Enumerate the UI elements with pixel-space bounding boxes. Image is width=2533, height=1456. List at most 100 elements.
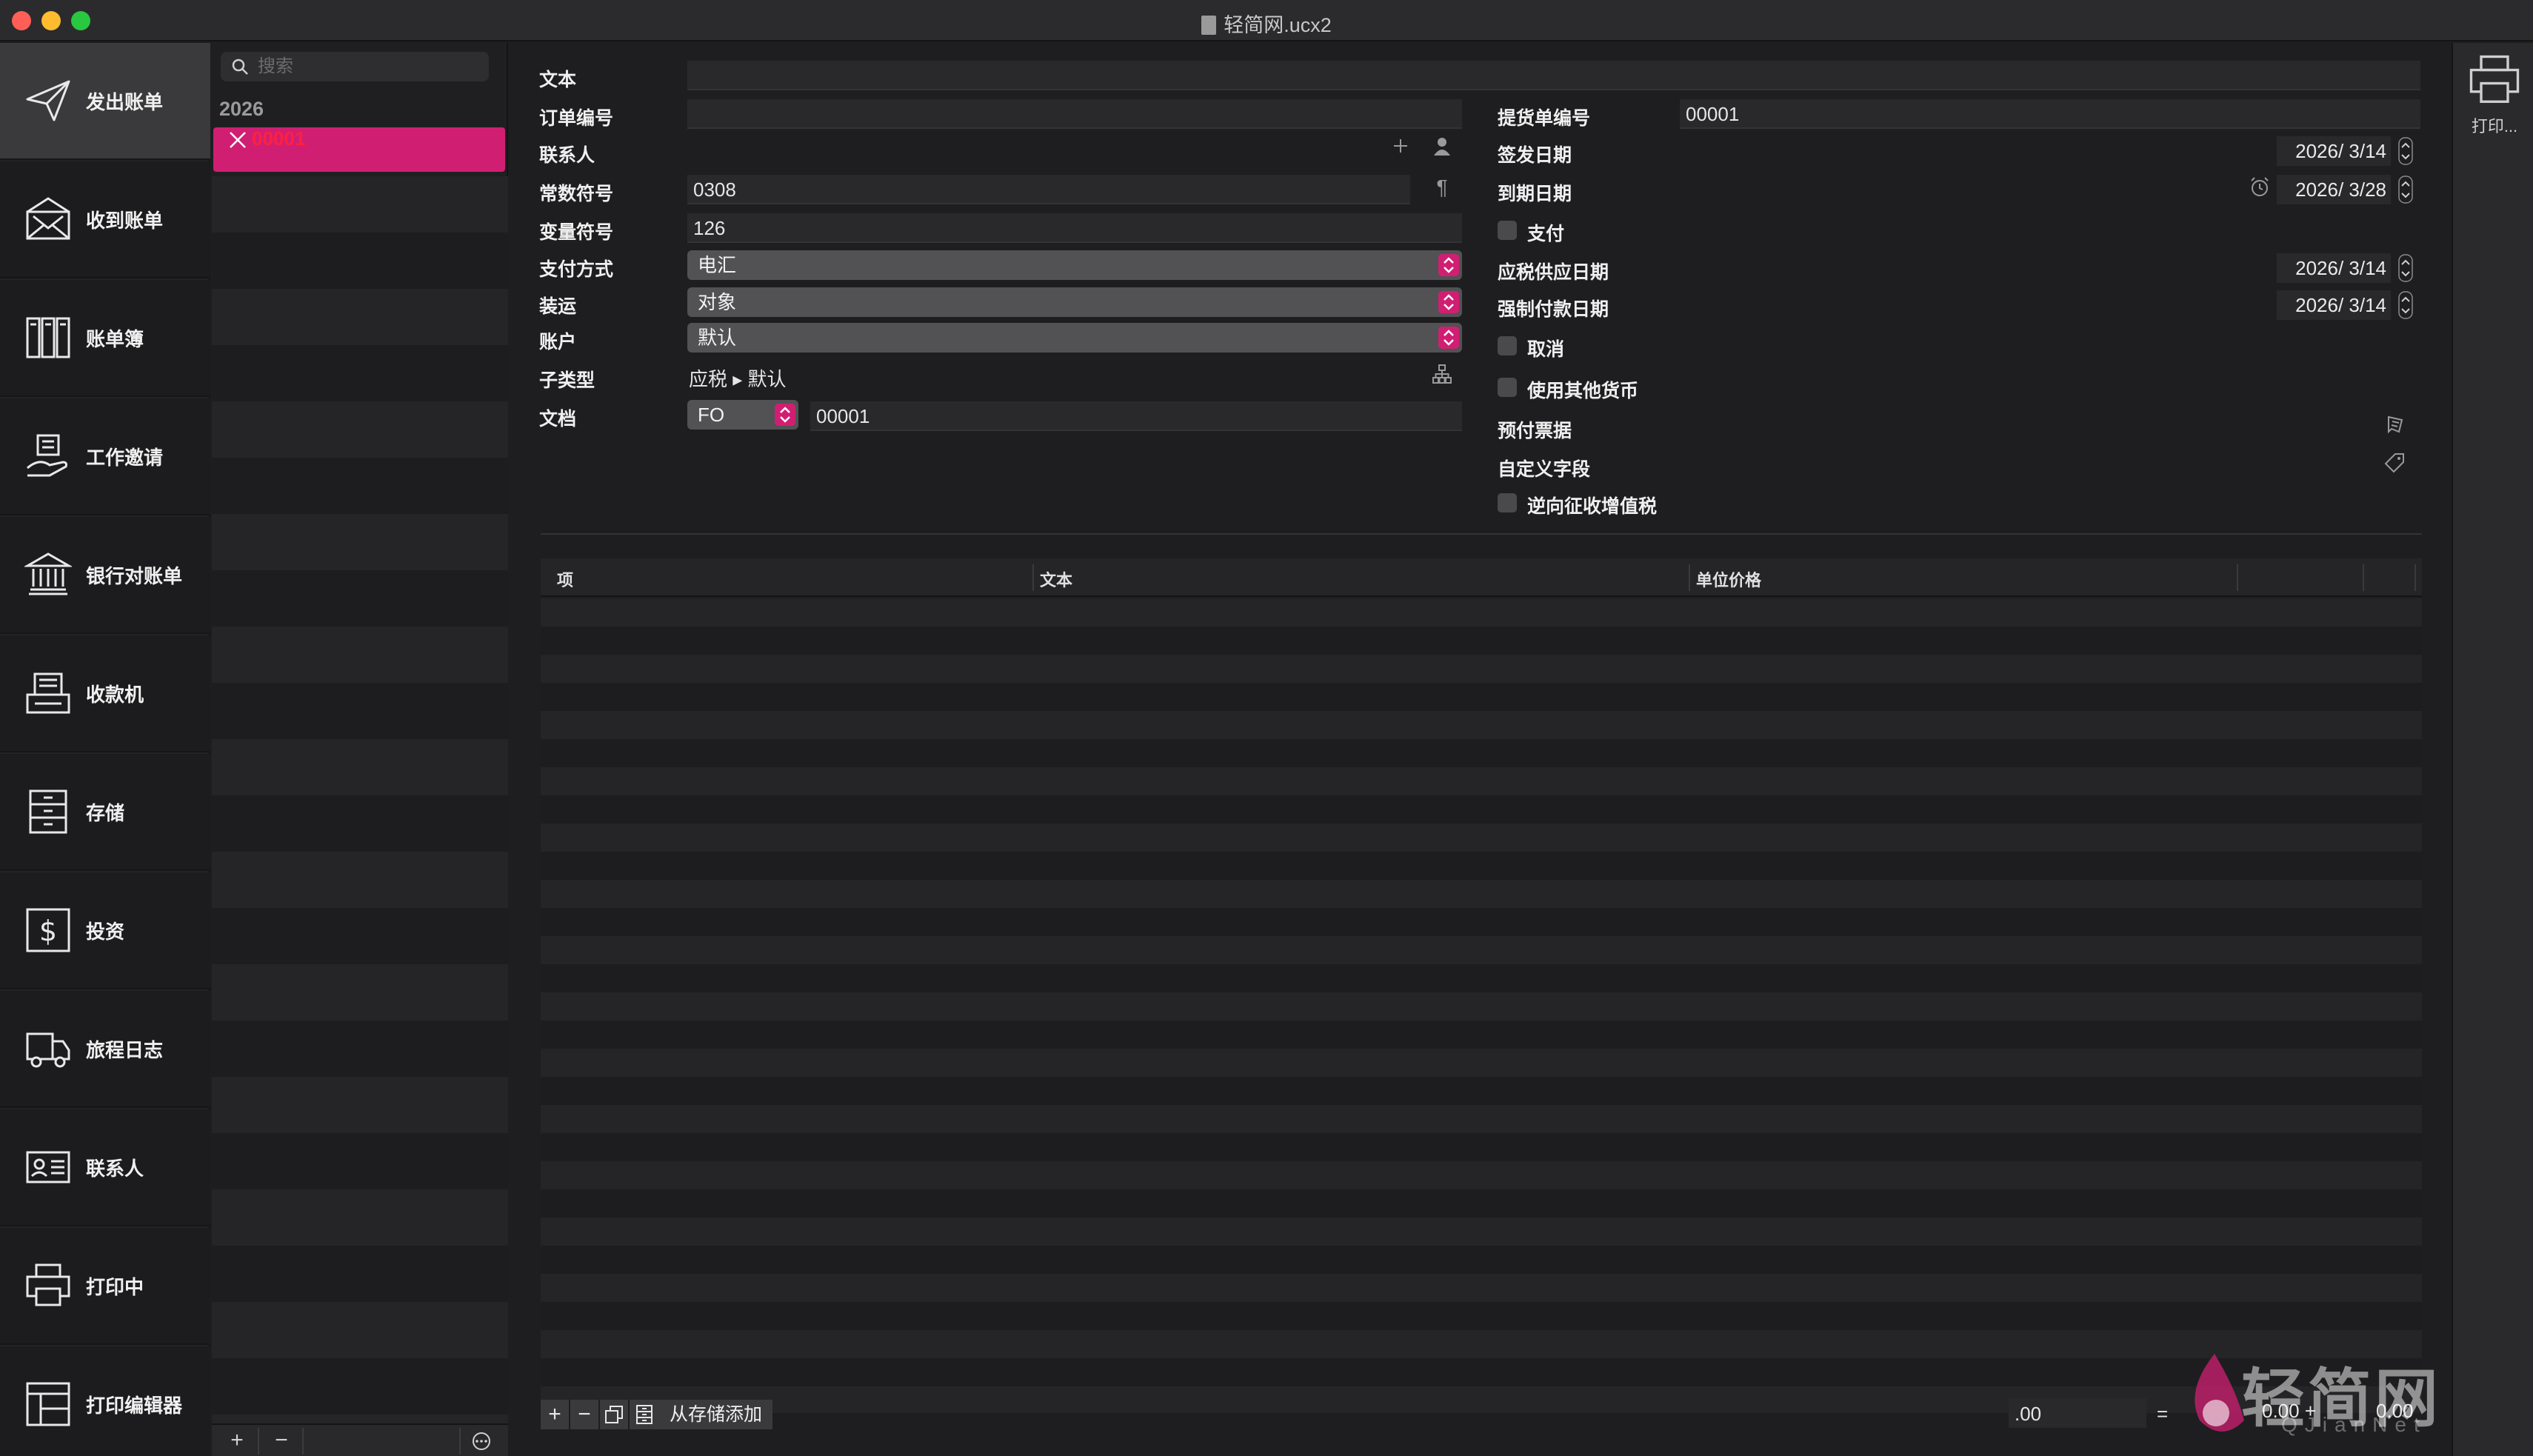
contact-card-icon	[22, 1141, 74, 1193]
tax-supply-date-field[interactable]: 2026/ 3/14	[2277, 253, 2391, 283]
print-button[interactable]: 打印...	[2465, 53, 2524, 142]
sidebar-item-contacts[interactable]: 联系人	[0, 1109, 210, 1226]
hierarchy-icon[interactable]	[1429, 361, 1455, 387]
cancel-checkbox[interactable]	[1498, 336, 1517, 355]
sidebar-item-ledger[interactable]: 账单簿	[0, 280, 210, 397]
add-contact-icon[interactable]	[1388, 133, 1413, 158]
more-options-button[interactable]	[459, 1428, 502, 1455]
truck-icon	[22, 1023, 74, 1075]
discount-field[interactable]: .00	[2009, 1398, 2146, 1428]
search-box	[221, 52, 489, 81]
issue-date-field[interactable]: 2026/ 3/14	[2277, 136, 2391, 166]
ellipsis-circle-icon	[473, 1432, 490, 1451]
document-list-rows	[212, 176, 508, 1456]
shipping-label: 装运	[539, 296, 577, 317]
sidebar-item-investment[interactable]: $ 投资	[0, 872, 210, 989]
remove-document-button[interactable]: −	[261, 1428, 304, 1455]
column-separator[interactable]	[1032, 564, 1034, 591]
title-bar: 轻简网.ucx2	[0, 0, 2533, 41]
cancel-label: 取消	[1527, 339, 1565, 360]
column-header-text[interactable]: 文本	[1040, 567, 1072, 591]
document-number-field[interactable]: 00001	[810, 401, 1462, 431]
order-number-field[interactable]	[687, 99, 1462, 129]
paper-plane-icon	[22, 75, 74, 127]
other-currency-checkbox[interactable]	[1498, 378, 1517, 397]
receipt-icon[interactable]	[2382, 412, 2407, 437]
window-title: 轻简网.ucx2	[0, 9, 2533, 38]
shipping-select[interactable]: 对象	[687, 287, 1462, 317]
column-separator[interactable]	[2414, 564, 2416, 591]
right-toolbar: 打印...	[2452, 43, 2533, 1456]
other-currency-label: 使用其他货币	[1527, 381, 1639, 401]
sidebar-item-cash-register[interactable]: 收款机	[0, 635, 210, 752]
chevron-updown-icon	[1438, 327, 1459, 349]
sidebar-item-job-offers[interactable]: 工作邀请	[0, 398, 210, 515]
add-item-button[interactable]: +	[541, 1400, 570, 1429]
list-item-number: 00001	[252, 127, 306, 150]
variable-symbol-label: 变量符号	[539, 222, 614, 243]
watermark-subtext: QJianNet	[2281, 1413, 2427, 1436]
sidebar-item-received-invoices[interactable]: 收到账单	[0, 161, 210, 278]
sidebar-item-print-editor[interactable]: 打印编辑器	[0, 1346, 210, 1456]
paid-label: 支付	[1527, 224, 1565, 244]
constant-symbol-field[interactable]: 0308	[687, 175, 1410, 204]
alarm-clock-icon[interactable]	[2247, 175, 2272, 200]
sidebar-item-issued-invoices[interactable]: 发出账单	[0, 43, 210, 160]
reverse-charge-vat-checkbox[interactable]	[1498, 493, 1517, 512]
tax-supply-date-stepper[interactable]	[2398, 253, 2413, 283]
table-body[interactable]	[541, 598, 2422, 1413]
column-separator[interactable]	[2363, 564, 2364, 591]
column-header-item[interactable]: 项	[557, 567, 573, 591]
items-table: 项 文本 单位价格	[541, 558, 2422, 1425]
sidebar-item-journey-log[interactable]: 旅程日志	[0, 991, 210, 1108]
mandatory-payment-date-field[interactable]: 2026/ 3/14	[2277, 290, 2391, 320]
printer-icon	[2469, 55, 2520, 103]
sidebar-item-printing[interactable]: 打印中	[0, 1228, 210, 1345]
duplicate-item-button[interactable]	[600, 1400, 630, 1429]
delivery-note-number-label: 提货单编号	[1498, 108, 1591, 129]
sidebar-item-bank-statements[interactable]: 银行对账单	[0, 517, 210, 634]
reverse-charge-vat-label: 逆向征收增值税	[1527, 496, 1658, 517]
variable-symbol-field[interactable]: 126	[687, 213, 1462, 243]
watermark: 轻简网 QJianNet	[2170, 1339, 2481, 1450]
person-icon[interactable]	[1429, 133, 1455, 158]
column-separator[interactable]	[2237, 564, 2238, 591]
table-header: 项 文本 单位价格	[541, 558, 2422, 597]
search-icon	[231, 58, 249, 76]
chevron-updown-icon	[775, 404, 795, 426]
remove-item-button[interactable]: −	[570, 1400, 600, 1429]
ledger-icon	[22, 312, 74, 364]
search-input[interactable]	[258, 55, 480, 79]
contact-label: 联系人	[539, 145, 595, 166]
add-from-storage-button[interactable]	[630, 1400, 659, 1429]
mandatory-payment-date-stepper[interactable]	[2398, 290, 2413, 320]
paid-checkbox[interactable]	[1498, 221, 1517, 240]
payment-method-select[interactable]: 电汇	[687, 250, 1462, 280]
list-item[interactable]: 00001	[213, 127, 505, 172]
due-date-field[interactable]: 2026/ 3/28	[2277, 175, 2391, 204]
payment-method-label: 支付方式	[539, 259, 614, 280]
add-document-button[interactable]: +	[216, 1428, 259, 1455]
sidebar-item-storage[interactable]: 存储	[0, 754, 210, 871]
tax-supply-date-label: 应税供应日期	[1498, 262, 1609, 283]
duplicate-icon	[605, 1406, 623, 1423]
cabinet-icon	[636, 1405, 653, 1424]
pilcrow-icon[interactable]: ¶	[1429, 175, 1455, 200]
column-header-unit-price[interactable]: 单位价格	[1696, 567, 1761, 591]
tag-icon[interactable]	[2382, 450, 2407, 475]
issue-date-stepper[interactable]	[2398, 136, 2413, 166]
invoice-form: 文本 订单编号 联系人 常数符号 0308 ¶ 变量符号 126 支付方式 电汇…	[510, 43, 2450, 1456]
issue-date-label: 签发日期	[1498, 145, 1572, 166]
due-date-stepper[interactable]	[2398, 175, 2413, 204]
chevron-updown-icon	[1438, 291, 1459, 313]
delivery-note-number-field[interactable]: 00001	[1680, 99, 2420, 129]
add-from-storage-label[interactable]: 从存储添加	[659, 1400, 773, 1429]
subtype-value[interactable]: 应税 ▸ 默认	[689, 364, 787, 392]
document-list: 2026 00001 + −	[212, 43, 508, 1456]
account-select[interactable]: 默认	[687, 323, 1462, 353]
document-prefix-select[interactable]: FO	[687, 400, 798, 430]
column-separator[interactable]	[1689, 564, 1690, 591]
equals-sign: =	[2157, 1403, 2169, 1425]
envelope-icon	[22, 193, 74, 245]
text-field[interactable]	[687, 61, 2420, 90]
